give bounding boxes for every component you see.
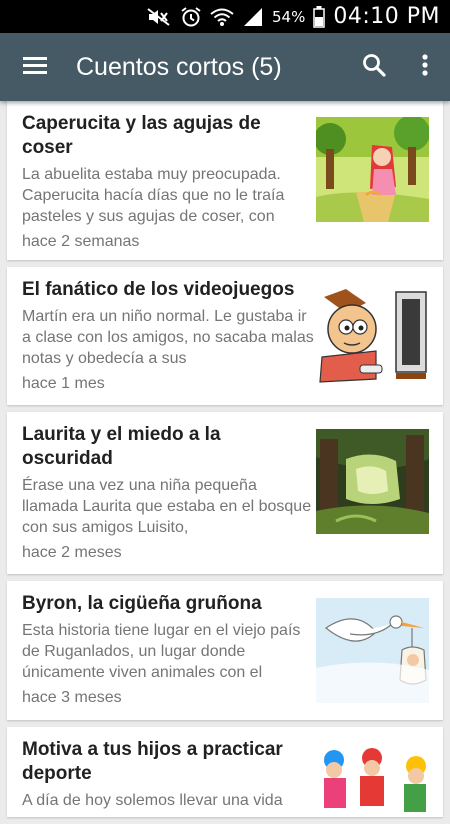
signal-icon bbox=[242, 7, 264, 27]
clock: 04:10 PM bbox=[333, 4, 440, 29]
story-thumbnail bbox=[316, 598, 429, 703]
story-thumbnail bbox=[316, 429, 429, 534]
story-date: hace 2 meses bbox=[22, 544, 122, 561]
story-date: hace 3 meses bbox=[22, 689, 122, 706]
story-title: Caperucita y las agujas de coser bbox=[22, 113, 261, 158]
alarm-icon bbox=[180, 6, 202, 28]
story-text: El fanático de los videojuegos Martín er… bbox=[22, 278, 314, 394]
search-icon bbox=[362, 53, 386, 82]
page-title: Cuentos cortos (5) bbox=[76, 52, 282, 81]
story-text: Laurita y el miedo a la oscuridad Érase … bbox=[22, 423, 314, 563]
story-card[interactable]: Caperucita y las agujas de coser La abue… bbox=[7, 101, 443, 260]
more-options-button[interactable] bbox=[400, 33, 450, 101]
menu-icon bbox=[22, 55, 48, 80]
story-title: El fanático de los videojuegos bbox=[22, 279, 295, 300]
story-title: Motiva a tus hijos a practicar deporte bbox=[22, 739, 283, 784]
story-excerpt: Érase una vez una niña pequeña llamada L… bbox=[22, 477, 312, 536]
menu-button[interactable] bbox=[0, 33, 70, 101]
story-thumbnail bbox=[316, 744, 429, 817]
story-thumbnail bbox=[316, 287, 429, 392]
status-bar: 54% 04:10 PM bbox=[0, 0, 450, 33]
story-excerpt: Martín era un niño normal. Le gustaba ir… bbox=[22, 308, 314, 367]
story-text: Motiva a tus hijos a practicar deporte A… bbox=[22, 738, 314, 811]
app-bar: Cuentos cortos (5) bbox=[0, 33, 450, 101]
story-card[interactable]: El fanático de los videojuegos Martín er… bbox=[7, 267, 443, 405]
story-text: Caperucita y las agujas de coser La abue… bbox=[22, 112, 314, 252]
story-date: hace 2 semanas bbox=[22, 233, 140, 250]
story-text: Byron, la cigüeña gruñona Esta historia … bbox=[22, 592, 314, 708]
story-thumbnail bbox=[316, 117, 429, 222]
story-card[interactable]: Byron, la cigüeña gruñona Esta historia … bbox=[7, 581, 443, 720]
more-vert-icon bbox=[421, 53, 429, 82]
story-excerpt: A día de hoy solemos llevar una vida bbox=[22, 792, 283, 809]
story-excerpt: La abuelita estaba muy preocupada. Caper… bbox=[22, 166, 285, 225]
story-excerpt: Esta historia tiene lugar en el viejo pa… bbox=[22, 622, 301, 681]
story-card[interactable]: Motiva a tus hijos a practicar deporte A… bbox=[7, 727, 443, 817]
wifi-icon bbox=[210, 7, 234, 27]
story-title: Byron, la cigüeña gruñona bbox=[22, 593, 262, 614]
story-date: hace 1 mes bbox=[22, 375, 105, 392]
story-card[interactable]: Laurita y el miedo a la oscuridad Érase … bbox=[7, 412, 443, 574]
battery-percent: 54% bbox=[272, 7, 306, 26]
battery-icon bbox=[313, 5, 326, 28]
search-button[interactable] bbox=[348, 33, 400, 101]
mute-icon bbox=[146, 7, 172, 27]
story-title: Laurita y el miedo a la oscuridad bbox=[22, 424, 221, 469]
story-list: Caperucita y las agujas de coser La abue… bbox=[7, 101, 443, 824]
